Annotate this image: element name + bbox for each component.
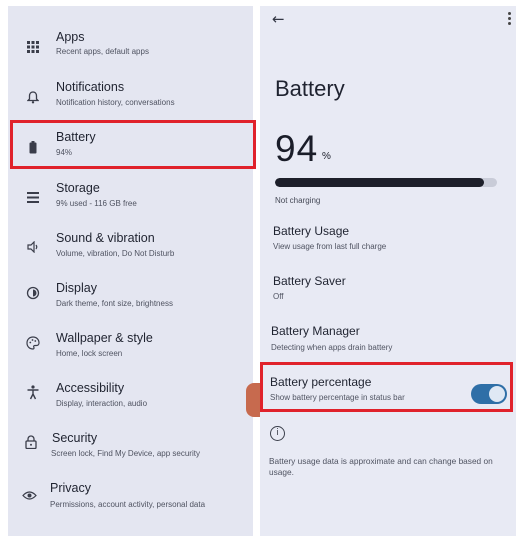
settings-item-title: Notifications: [56, 80, 125, 94]
settings-item-display[interactable]: Display Dark theme, font size, brightnes…: [8, 276, 253, 326]
settings-item-title: Storage: [56, 181, 100, 195]
option-title: Battery Manager: [271, 324, 360, 338]
option-subtitle: View usage from last full charge: [273, 242, 387, 251]
bell-icon: [24, 88, 42, 106]
settings-item-security[interactable]: Security Screen lock, Find My Device, ap…: [8, 426, 253, 476]
apps-grid-icon: [24, 38, 42, 56]
settings-item-title: Sound & vibration: [56, 231, 155, 245]
settings-item-subtitle: Display, interaction, audio: [56, 399, 148, 408]
privacy-eye-icon: [20, 486, 38, 504]
more-options-icon[interactable]: [508, 12, 512, 26]
settings-screen: Apps Recent apps, default apps Notificat…: [8, 6, 253, 536]
charging-status: Not charging: [275, 196, 321, 205]
settings-item-accessibility[interactable]: Accessibility Display, interaction, audi…: [8, 376, 253, 426]
page-title: Battery: [275, 76, 345, 101]
back-arrow-icon[interactable]: ←: [272, 10, 285, 28]
settings-item-sound[interactable]: Sound & vibration Volume, vibration, Do …: [8, 225, 253, 275]
settings-item-storage[interactable]: Storage 9% used - 116 GB free: [8, 175, 253, 225]
settings-item-subtitle: Home, lock screen: [56, 349, 123, 358]
battery-percent-unit: %: [322, 151, 331, 162]
settings-item-privacy[interactable]: Privacy Permissions, account activity, p…: [8, 476, 253, 526]
battery-percentage-highlight-box: [260, 362, 513, 412]
option-title: Battery Usage: [273, 224, 350, 238]
info-icon: i: [270, 426, 285, 441]
lock-icon: [22, 433, 40, 451]
battery-level-fill: [275, 178, 484, 187]
settings-item-apps[interactable]: Apps Recent apps, default apps: [8, 24, 253, 74]
settings-item-subtitle: Recent apps, default apps: [56, 47, 149, 56]
settings-item-title: Privacy: [50, 481, 91, 495]
palette-icon: [24, 334, 42, 352]
settings-item-title: Accessibility: [56, 381, 125, 395]
speaker-icon: [24, 238, 42, 256]
settings-item-title: Apps: [56, 30, 85, 44]
settings-item-subtitle: Permissions, account activity, personal …: [50, 500, 206, 509]
settings-item-title: Wallpaper & style: [56, 331, 153, 345]
settings-item-subtitle: Notification history, conversations: [56, 98, 175, 107]
settings-item-subtitle: Screen lock, Find My Device, app securit…: [51, 449, 200, 458]
settings-item-notifications[interactable]: Notifications Notification history, conv…: [8, 75, 253, 125]
storage-icon: [24, 188, 42, 206]
settings-item-title: Display: [56, 281, 97, 295]
accessibility-icon: [24, 383, 42, 401]
settings-item-subtitle: Dark theme, font size, brightness: [56, 299, 173, 308]
settings-item-subtitle: 9% used - 116 GB free: [56, 199, 137, 208]
settings-item-subtitle: Volume, vibration, Do Not Disturb: [56, 249, 175, 258]
battery-highlight-box: [10, 120, 256, 169]
battery-percent-value: 94: [275, 128, 319, 169]
option-subtitle: Detecting when apps drain battery: [271, 343, 393, 352]
finger-overlay: [246, 383, 260, 417]
settings-item-title: Security: [52, 431, 98, 445]
option-subtitle: Off: [273, 292, 284, 301]
settings-item-wallpaper[interactable]: Wallpaper & style Home, lock screen: [8, 326, 253, 376]
battery-screen: ← Battery 94 % Not charging Battery Usag…: [260, 6, 516, 536]
footnote-text: Battery usage data is approximate and ca…: [269, 456, 493, 477]
option-title: Battery Saver: [273, 274, 346, 288]
display-brightness-icon: [24, 284, 42, 302]
battery-level-bar: [275, 178, 497, 187]
